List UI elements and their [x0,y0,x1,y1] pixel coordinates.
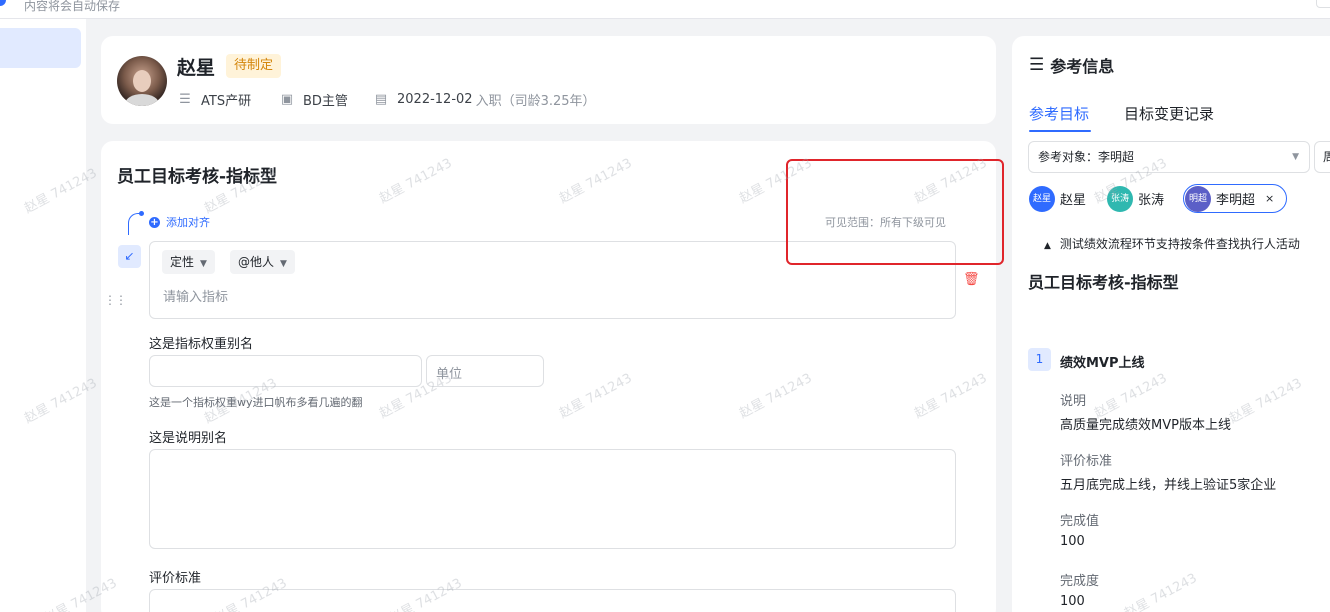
close-icon[interactable]: × [1265,192,1274,205]
person-name: 李明超 [1216,193,1256,208]
person-name: 赵星 [1060,193,1087,208]
align-dot-icon [139,211,144,216]
mention-select-label: @他人 [238,255,275,269]
reference-title: ☰ 参考信息 [1029,53,1114,77]
reference-panel: ☰ 参考信息 参考目标 目标变更记录 参考对象：李明超 ▼ 周 赵星 赵星 张涛… [1012,36,1330,612]
position-text: BD主管 [303,94,348,109]
profile-card: 赵星 待制定 ☰ ATS产研 ▣ BD主管 ▤ 2022-12-02 入职（司龄… [101,36,996,124]
add-align-label: 添加对齐 [166,216,210,229]
goal-name: 绩效MVP上线 [1060,356,1145,371]
completion-rate-label: 完成度 [1060,574,1100,589]
desc-label: 这是说明别名 [149,431,228,446]
completion-value-label: 完成值 [1060,514,1100,529]
caret-up-icon: ▲ [1044,241,1051,251]
department-info: ☰ ATS产研 [177,90,251,109]
criteria-label: 评价标准 [149,571,202,586]
chevron-down-icon: ▼ [280,259,287,269]
completion-value: 100 [1060,534,1085,549]
weight-input[interactable] [149,355,422,387]
add-align-button[interactable]: + 添加对齐 [149,214,210,230]
drag-handle-icon[interactable]: ⋮⋮ [104,293,127,307]
chevron-down-icon: ▼ [200,259,207,269]
department-text: ATS产研 [201,94,252,109]
reference-title-text: 参考信息 [1050,57,1115,76]
join-info: ▤ 2022-12-02 入职（司龄3.25年） [373,90,596,109]
position-info: ▣ BD主管 [279,90,348,109]
join-date: 2022-12-02 [397,92,473,107]
person-chip-selected[interactable]: 明超 李明超 × [1183,184,1288,213]
unit-placeholder: 单位 [436,367,463,382]
criteria-textarea[interactable] [149,589,956,612]
goal-criteria-value: 五月底完成上线，并线上验证5家企业 [1060,478,1277,493]
form-title: 员工目标考核-指标型 [117,167,278,187]
trash-icon[interactable]: 🗑 [963,272,980,288]
period-select-value: 周 [1323,150,1330,164]
top-bar: 内容将会自动保存 [0,0,1330,19]
cycle-toggle[interactable]: ▲ 测试绩效流程环节支持按条件查找执行人活动 [1044,235,1300,252]
cycle-text: 测试绩效流程环节支持按条件查找执行人活动 [1059,237,1300,251]
autosave-text: 内容将会自动保存 [24,0,121,13]
avatar [117,56,167,106]
goal-desc-label: 说明 [1060,394,1087,409]
unit-input[interactable]: 单位 [426,355,544,387]
left-sidebar [0,19,86,612]
goal-number: 1 [1028,348,1051,371]
reference-target-select[interactable]: 参考对象：李明超 ▼ [1028,141,1310,173]
avatar: 赵星 [1029,185,1055,212]
align-hook-icon [128,213,142,235]
list-indent-icon: ☰ [1029,55,1045,75]
collapse-icon[interactable]: ↙ [118,245,141,268]
goal-desc-value: 高质量完成绩效MVP版本上线 [1060,418,1231,433]
status-badge: 待制定 [226,54,282,78]
period-select[interactable]: 周 [1314,141,1330,173]
sidebar-active-item[interactable] [0,28,81,68]
avatar: 明超 [1185,185,1211,212]
corner-button[interactable] [1316,0,1330,8]
indicator-placeholder: 请输入指标 [163,290,229,305]
chevron-down-icon: ▼ [1292,152,1299,162]
org-tree-icon: ☰ [179,92,191,107]
logo-icon [0,0,6,6]
briefcase-icon: ▣ [280,92,294,107]
highlight-box [786,159,1004,265]
desc-textarea[interactable] [149,449,956,549]
join-suffix: 入职（司龄3.25年） [475,94,596,109]
person-name: 张涛 [1138,193,1165,208]
plus-icon: + [149,216,160,228]
weight-label: 这是指标权重别名 [149,337,254,352]
employee-name: 赵星 [177,57,216,79]
person-chip[interactable]: 赵星 赵星 [1029,184,1086,213]
reference-subtitle: 员工目标考核-指标型 [1028,273,1179,292]
person-chip[interactable]: 张涛 张涛 [1107,184,1164,213]
reference-target-value: 参考对象：李明超 [1038,150,1135,164]
goal-criteria-label: 评价标准 [1060,454,1113,469]
mention-select[interactable]: @他人 ▼ [230,250,295,274]
avatar: 张涛 [1107,185,1133,212]
tab-reference-target[interactable]: 参考目标 [1029,103,1089,124]
completion-rate: 100 [1060,594,1085,609]
calendar-icon: ▤ [374,92,388,107]
tab-change-log[interactable]: 目标变更记录 [1124,103,1214,124]
active-tab-indicator [1029,130,1091,132]
type-select-label: 定性 [170,255,195,269]
weight-hint: 这是一个指标权重wy进口帆布多看几遍的翻 [149,396,363,409]
type-select[interactable]: 定性 ▼ [162,250,215,274]
